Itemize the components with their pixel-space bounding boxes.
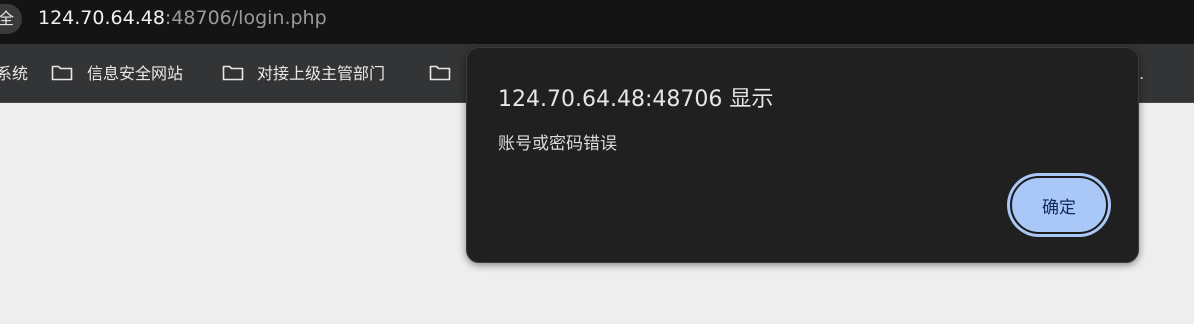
url-host: 124.70.64.48 [38, 7, 165, 29]
dialog-message: 账号或密码错误 [498, 134, 617, 154]
bookmark-label: 系统 [0, 64, 29, 83]
bookmark-item-system[interactable]: 系统 [0, 44, 28, 102]
bookmark-label: 对接上级主管部门 [257, 64, 386, 83]
site-info-chip[interactable]: 全 [0, 4, 22, 34]
bookmark-item-superior-dept[interactable]: 对接上级主管部门 [257, 44, 385, 102]
folder-icon [222, 65, 244, 81]
dialog-title: 124.70.64.48:48706 显示 [498, 87, 774, 112]
bookmark-label: 信息安全网站 [87, 64, 184, 83]
url-path: :48706/login.php [164, 7, 327, 29]
folder-icon [51, 65, 73, 81]
address-bar: 全 124.70.64.48:48706/login.php [0, 0, 1194, 44]
url-field[interactable]: 124.70.64.48:48706/login.php [38, 0, 327, 36]
folder-icon[interactable] [429, 64, 451, 81]
ok-button[interactable]: 确定 [1010, 176, 1108, 234]
alert-dialog: 124.70.64.48:48706 显示 账号或密码错误 确定 [466, 47, 1139, 263]
site-info-label: 全 [0, 9, 14, 28]
bookmark-item-security-sites[interactable]: 信息安全网站 [87, 44, 183, 102]
